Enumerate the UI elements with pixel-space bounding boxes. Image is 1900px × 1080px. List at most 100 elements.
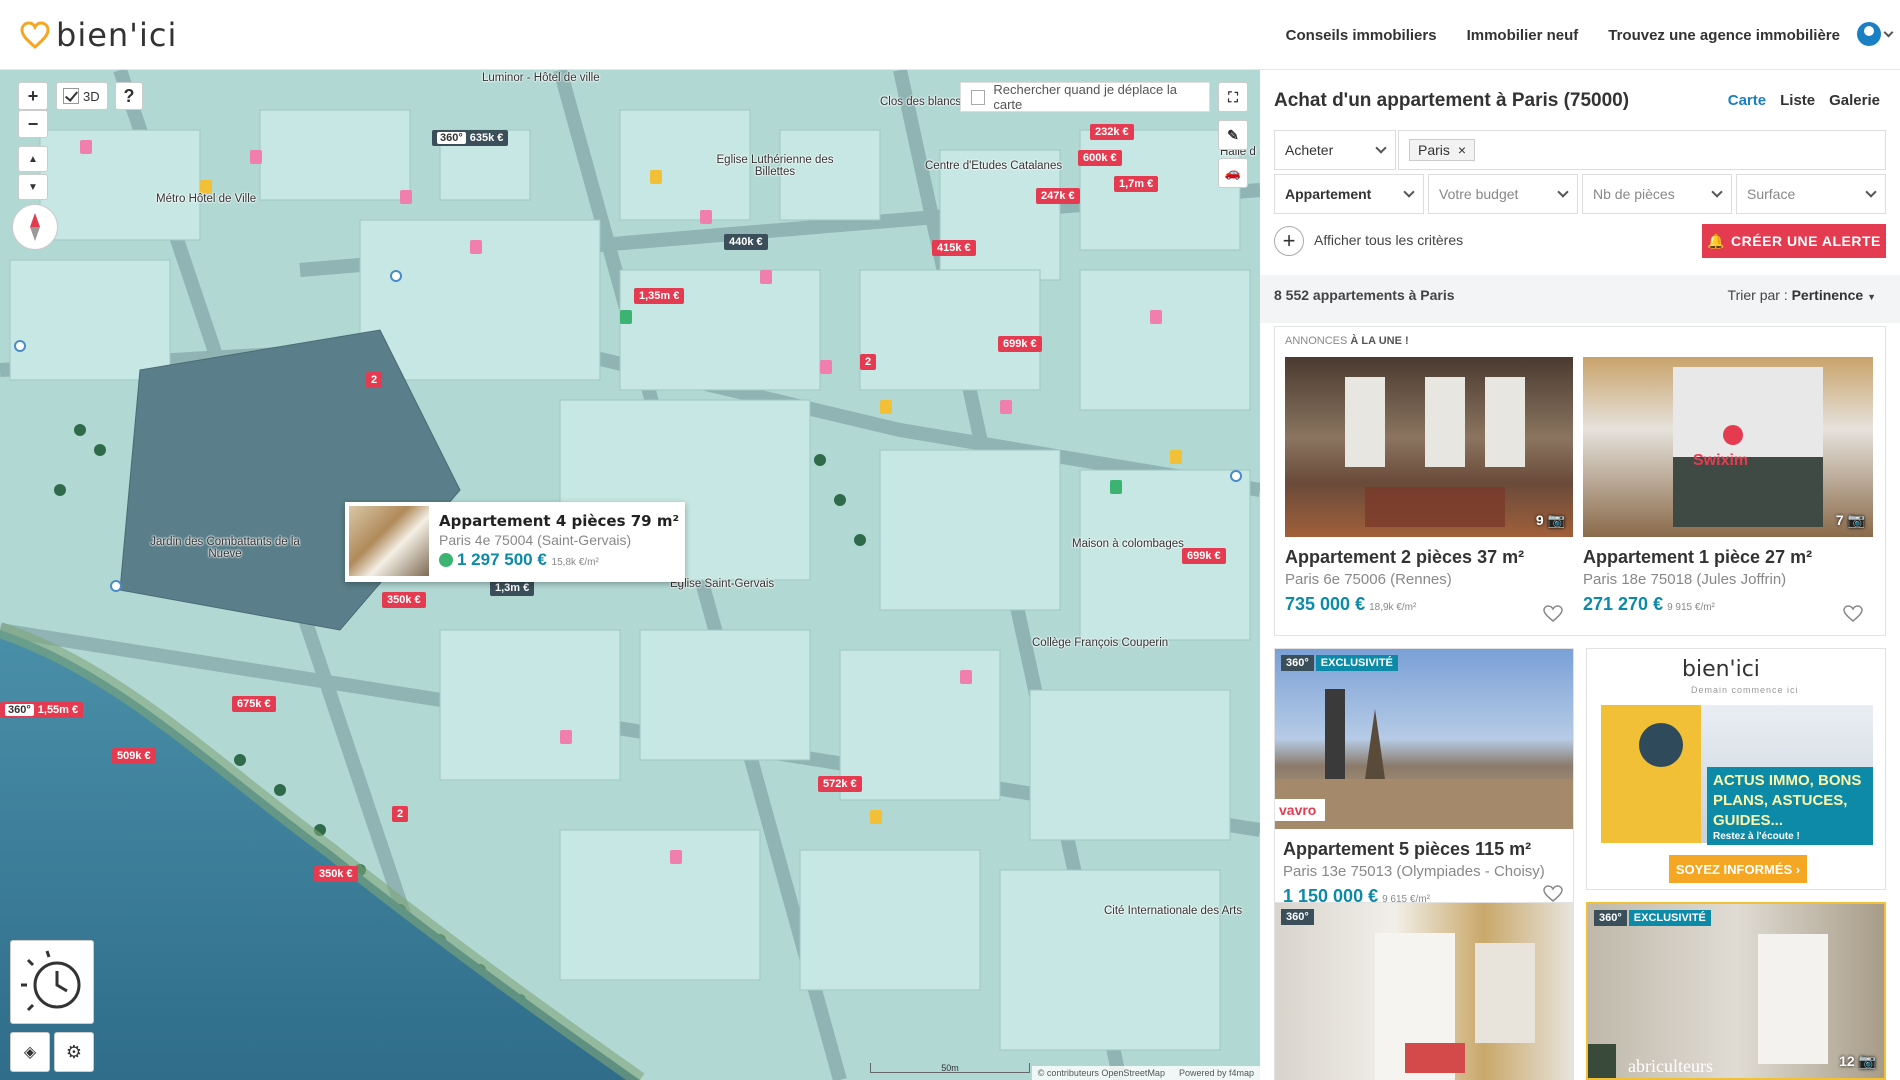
- help-button[interactable]: ?: [115, 82, 143, 110]
- settings-button[interactable]: ⚙: [54, 1032, 94, 1072]
- price-marker[interactable]: 600k €: [1078, 150, 1122, 166]
- map-attribution: © contributeurs OpenStreetMap Powered by…: [1031, 1066, 1260, 1080]
- bus-stop-icon[interactable]: [390, 270, 402, 282]
- price-marker[interactable]: 1,3m €: [490, 580, 535, 596]
- poi-marker[interactable]: [80, 140, 92, 154]
- tilt-up-button[interactable]: ▲: [18, 146, 48, 172]
- heart-logo-icon: [20, 20, 50, 49]
- poi-marker[interactable]: [1000, 400, 1012, 414]
- poi-marker[interactable]: [560, 730, 572, 744]
- remove-chip-icon[interactable]: ×: [1458, 142, 1466, 158]
- nav-neuf[interactable]: Immobilier neuf: [1467, 27, 1579, 44]
- price-marker[interactable]: 1,7m €: [1114, 176, 1159, 192]
- listing-photo: abriculteurs 360° EXCLUSIVITÉ 12 📷: [1588, 904, 1884, 1078]
- listing-card[interactable]: 360°: [1274, 902, 1574, 1080]
- listing-price: 271 270 €9 915 €/m²: [1583, 594, 1715, 614]
- listing-popup[interactable]: Appartement 4 pièces 79 m² Paris 4e 7500…: [345, 502, 685, 582]
- user-menu-button[interactable]: [1857, 22, 1894, 46]
- search-on-move-toggle[interactable]: Rechercher quand je déplace la carte: [960, 82, 1210, 112]
- poi-marker[interactable]: [250, 150, 262, 164]
- popup-price: 1 297 500 € 15,8k €/m²: [439, 550, 679, 570]
- map-label: Maison à colombages: [1072, 538, 1184, 550]
- view-map[interactable]: Carte: [1728, 92, 1766, 109]
- car-travel-button[interactable]: 🚗: [1218, 158, 1248, 188]
- price-marker[interactable]: 1,35m €: [634, 288, 685, 304]
- price-marker[interactable]: 360° 1,55m €: [0, 702, 84, 718]
- fullscreen-button[interactable]: ⛶: [1218, 82, 1248, 112]
- map-view[interactable]: Luminor - Hôtel de ville Clos des blancs…: [0, 70, 1260, 1080]
- location-input[interactable]: Paris ×: [1398, 130, 1886, 170]
- add-criteria-icon[interactable]: +: [1274, 226, 1304, 256]
- bus-stop-icon[interactable]: [110, 580, 122, 592]
- poi-marker[interactable]: [200, 180, 212, 194]
- listing-card[interactable]: 9 📷 Appartement 2 pièces 37 m² Paris 6e …: [1285, 357, 1573, 627]
- poi-marker[interactable]: [1170, 450, 1182, 464]
- bus-stop-icon[interactable]: [1230, 470, 1242, 482]
- favorite-heart-icon[interactable]: [1543, 605, 1563, 623]
- poi-marker[interactable]: [880, 400, 892, 414]
- rooms-select[interactable]: Nb de pièces: [1582, 174, 1732, 214]
- budget-select[interactable]: Votre budget: [1428, 174, 1578, 214]
- price-marker[interactable]: 350k €: [382, 592, 426, 608]
- poi-marker[interactable]: [820, 360, 832, 374]
- tilt-down-button[interactable]: ▼: [18, 174, 48, 200]
- price-marker[interactable]: 572k €: [818, 776, 862, 792]
- poi-marker[interactable]: [870, 810, 882, 824]
- price-marker[interactable]: 415k €: [932, 240, 976, 256]
- compass-icon[interactable]: [12, 204, 58, 250]
- favorite-heart-icon[interactable]: [1843, 605, 1863, 623]
- main-nav: Conseils immobiliers Immobilier neuf Tro…: [1286, 0, 1840, 70]
- property-type-select[interactable]: Appartement: [1274, 174, 1424, 214]
- site-logo[interactable]: bien'ici: [20, 16, 177, 54]
- draw-button[interactable]: ✎: [1218, 120, 1248, 150]
- view-list[interactable]: Liste: [1780, 92, 1815, 109]
- listing-card[interactable]: abriculteurs 360° EXCLUSIVITÉ 12 📷: [1586, 902, 1886, 1080]
- poi-marker[interactable]: [1110, 480, 1122, 494]
- price-marker[interactable]: 675k €: [232, 696, 276, 712]
- price-marker[interactable]: 2: [392, 806, 409, 822]
- 360-badge: 360°: [5, 704, 34, 716]
- nav-conseils[interactable]: Conseils immobiliers: [1286, 27, 1437, 44]
- zoom-out-button[interactable]: −: [18, 110, 48, 138]
- sort-select[interactable]: Trier par : Pertinence ▼: [1728, 287, 1876, 303]
- listing-photo: vavro 360° EXCLUSIVITÉ: [1275, 649, 1573, 829]
- all-criteria-link[interactable]: Afficher tous les critères: [1314, 232, 1463, 248]
- poi-marker[interactable]: [400, 190, 412, 204]
- listing-card[interactable]: vavro 360° EXCLUSIVITÉ Appartement 5 pièc…: [1274, 648, 1574, 908]
- poi-marker[interactable]: [760, 270, 772, 284]
- map-label: Eglise Saint-Gervais: [670, 578, 775, 590]
- layers-button[interactable]: ◈: [10, 1032, 50, 1072]
- poi-marker[interactable]: [470, 240, 482, 254]
- toggle-3d[interactable]: 3D: [56, 82, 108, 110]
- interior-photo: abriculteurs: [1588, 934, 1828, 1078]
- bell-icon: 🔔: [1707, 232, 1726, 249]
- newsletter-ad[interactable]: bien'ici Demain commence ici ACTUS IMMO,…: [1586, 648, 1886, 890]
- price-marker[interactable]: 247k €: [1036, 188, 1080, 204]
- listing-card[interactable]: Swixim 7 📷 Appartement 1 pièce 27 m² Par…: [1583, 357, 1873, 627]
- create-alert-button[interactable]: 🔔 CRÉER UNE ALERTE: [1702, 224, 1886, 258]
- price-marker[interactable]: 440k €: [724, 234, 768, 250]
- poi-marker[interactable]: [1150, 310, 1162, 324]
- price-marker[interactable]: 699k €: [1182, 548, 1226, 564]
- poi-marker[interactable]: [670, 850, 682, 864]
- price-marker[interactable]: 232k €: [1090, 124, 1134, 140]
- sun-time-button[interactable]: [10, 940, 94, 1024]
- zoom-in-button[interactable]: +: [18, 82, 48, 110]
- poi-marker[interactable]: [620, 310, 632, 324]
- view-gallery[interactable]: Galerie: [1829, 92, 1880, 109]
- price-marker[interactable]: 2: [860, 354, 877, 370]
- price-marker[interactable]: 350k €: [314, 866, 358, 882]
- poi-marker[interactable]: [960, 670, 972, 684]
- poi-marker[interactable]: [700, 210, 712, 224]
- bus-stop-icon[interactable]: [14, 340, 26, 352]
- price-marker[interactable]: 2: [366, 372, 383, 388]
- surface-select[interactable]: Surface: [1736, 174, 1886, 214]
- price-marker[interactable]: 699k €: [998, 336, 1042, 352]
- poi-marker[interactable]: [650, 170, 662, 184]
- price-marker[interactable]: 509k €: [112, 748, 156, 764]
- favorite-heart-icon[interactable]: [1543, 885, 1563, 903]
- nav-agence[interactable]: Trouvez une agence immobilière: [1608, 27, 1840, 44]
- ad-cta-button[interactable]: SOYEZ INFORMÉS ›: [1669, 855, 1807, 883]
- price-marker[interactable]: 360° 635k €: [432, 130, 509, 146]
- transaction-select[interactable]: Acheter: [1274, 130, 1396, 170]
